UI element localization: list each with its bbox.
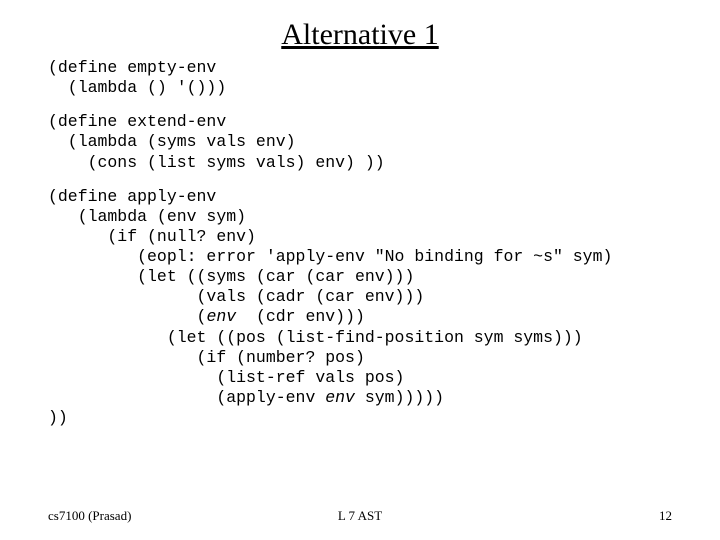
title-wrap: Alternative 1 [48,18,672,52]
code-line: (let ((syms (car (car env))) [48,267,414,286]
code-line: (cdr env))) [236,307,365,326]
code-line: (cons (list syms vals) env) )) [48,153,385,172]
code-italic-env: env [325,388,355,407]
code-line: (if (number? pos) [48,348,365,367]
code-line: (let ((pos (list-find-position sym syms)… [48,328,583,347]
code-block-2: (define extend-env (lambda (syms vals en… [48,112,672,172]
code-line: (define apply-env [48,187,216,206]
code-line: sym))))) [355,388,444,407]
code-italic-env: env [206,307,236,326]
footer-right: 12 [659,508,672,524]
code-line: (vals (cadr (car env))) [48,287,424,306]
code-line: (eopl: error 'apply-env "No binding for … [48,247,612,266]
code-line: (define extend-env [48,112,226,131]
code-line: (lambda () '())) [48,78,226,97]
code-line: (lambda (syms vals env) [48,132,296,151]
code-block-1: (define empty-env (lambda () '())) [48,58,672,98]
code-line: (if (null? env) [48,227,256,246]
code-line: ( [48,307,206,326]
code-line: (list-ref vals pos) [48,368,404,387]
slide-title: Alternative 1 [281,18,438,52]
code-line: (lambda (env sym) [48,207,246,226]
slide-content: Alternative 1 (define empty-env (lambda … [0,0,720,540]
code-line: (apply-env [48,388,325,407]
code-line: )) [48,408,68,427]
code-block-3: (define apply-env (lambda (env sym) (if … [48,187,672,429]
code-line: (define empty-env [48,58,216,77]
footer-center: L 7 AST [48,508,672,524]
